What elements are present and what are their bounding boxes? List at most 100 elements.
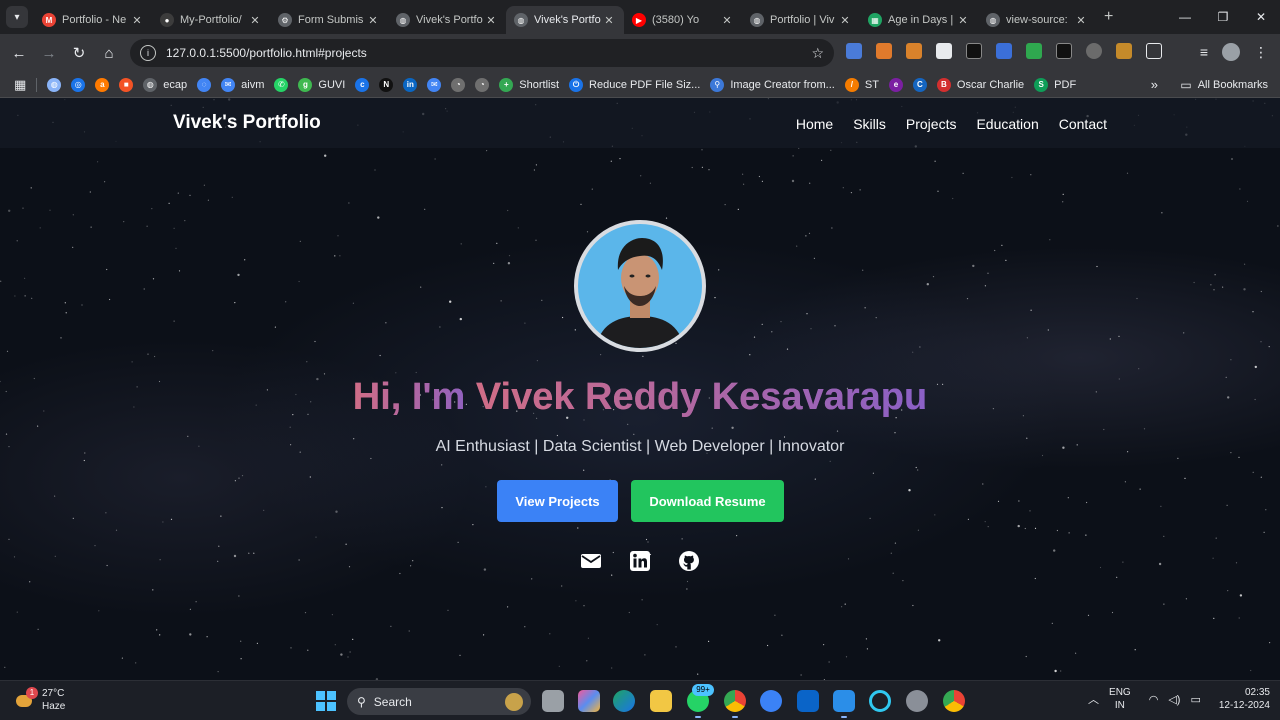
start-button[interactable] <box>316 691 336 711</box>
bookmark-item[interactable]: g GUVI <box>298 77 345 92</box>
extension-icon[interactable] <box>876 43 892 59</box>
bookmark-item[interactable]: c <box>355 77 370 92</box>
back-button[interactable]: ← <box>4 45 34 62</box>
copilot-icon[interactable] <box>578 690 600 712</box>
bookmark-item[interactable]: e <box>888 77 903 92</box>
extension-icon[interactable] <box>1026 43 1042 59</box>
bookmark-item[interactable]: + Shortlist <box>499 77 559 92</box>
address-bar[interactable]: i 127.0.0.1:5500/portfolio.html#projects… <box>130 39 834 67</box>
file-explorer-icon[interactable] <box>650 690 672 712</box>
bookmark-item[interactable]: ◌ <box>197 77 212 92</box>
volume-icon[interactable]: ◁) <box>1168 693 1180 706</box>
minimize-button[interactable]: — <box>1166 0 1204 34</box>
tray-overflow-icon[interactable]: ︿ <box>1088 691 1099 707</box>
all-bookmarks-button[interactable]: ▭ All Bookmarks <box>1180 78 1268 92</box>
url-text[interactable]: 127.0.0.1:5500/portfolio.html#projects <box>166 46 811 60</box>
browser-tab[interactable]: ◍ Portfolio | Viv ✕ <box>742 6 860 34</box>
bookmark-item[interactable]: ✉ aivm <box>221 77 264 92</box>
menu-kebab-icon[interactable]: ⋮ <box>1254 44 1268 61</box>
bookmark-item[interactable]: ◎ <box>71 77 86 92</box>
browser-tab[interactable]: ▦ Age in Days | ✕ <box>860 6 978 34</box>
wifi-icon[interactable]: ◠ <box>1149 693 1159 706</box>
bookmark-item[interactable]: C <box>912 77 927 92</box>
battery-icon[interactable]: ▭ <box>1190 693 1200 706</box>
download-resume-button[interactable]: Download Resume <box>631 480 784 522</box>
weather-widget[interactable]: 1 27°C Haze <box>14 687 65 713</box>
site-info-icon[interactable]: i <box>140 45 156 61</box>
mail-icon[interactable] <box>580 550 602 572</box>
chrome-profile-icon[interactable] <box>943 690 965 712</box>
maximize-button[interactable]: ❐ <box>1204 0 1242 34</box>
nav-link-contact[interactable]: Contact <box>1059 116 1107 132</box>
outlook-icon[interactable] <box>797 690 819 712</box>
browser-tab[interactable]: ◍ Vivek's Portfo ✕ <box>506 6 624 34</box>
translate-extension-icon[interactable] <box>846 43 862 59</box>
browser-tab[interactable]: ⚙ Form Submis ✕ <box>270 6 388 34</box>
extension-icon[interactable] <box>996 43 1012 59</box>
settings-icon[interactable] <box>906 690 928 712</box>
bookmarks-overflow-icon[interactable]: » <box>1151 77 1158 92</box>
bookmark-item[interactable]: in <box>403 77 418 92</box>
tab-search-button[interactable]: ▾ <box>6 6 28 28</box>
bookmark-item[interactable]: ◔ <box>475 77 490 92</box>
browser-tab[interactable]: ▶ (3580) Yo ✕ <box>624 6 742 34</box>
browser-tab[interactable]: M Portfolio - Ne ✕ <box>34 6 152 34</box>
bookmark-item[interactable]: S PDF <box>1034 77 1076 92</box>
browser-tab[interactable]: ◍ view-source: ✕ <box>978 6 1096 34</box>
nav-link-projects[interactable]: Projects <box>906 116 957 132</box>
bookmark-star-icon[interactable]: ☆ <box>811 45 824 62</box>
reload-button[interactable]: ↻ <box>64 44 94 62</box>
browser-tab[interactable]: ● My-Portfolio/ ✕ <box>152 6 270 34</box>
task-view-icon[interactable] <box>542 690 564 712</box>
close-tab-icon[interactable]: ✕ <box>956 14 970 27</box>
edge-browser-icon[interactable] <box>613 690 635 712</box>
close-tab-icon[interactable]: ✕ <box>130 14 144 27</box>
taskbar-search[interactable]: ⚲ Search <box>347 688 531 715</box>
apps-grid-icon[interactable]: ▦ <box>14 77 26 93</box>
alexa-icon[interactable] <box>869 690 891 712</box>
bookmark-item[interactable]: N <box>379 77 394 92</box>
extensions-puzzle-icon[interactable] <box>1146 43 1162 59</box>
close-tab-icon[interactable]: ✕ <box>1074 14 1088 27</box>
chrome-icon[interactable] <box>724 690 746 718</box>
forward-button[interactable]: → <box>34 45 64 62</box>
media-control-icon[interactable]: ≡ <box>1200 44 1208 60</box>
chatgpt-extension-icon[interactable] <box>966 43 982 59</box>
linkedin-icon[interactable] <box>629 550 651 572</box>
bookmark-item[interactable]: ◍ <box>47 77 62 92</box>
bookmark-item[interactable]: / ST <box>844 77 879 92</box>
nav-link-skills[interactable]: Skills <box>853 116 886 132</box>
close-window-button[interactable]: ✕ <box>1242 0 1280 34</box>
close-tab-icon[interactable]: ✕ <box>838 14 852 27</box>
close-tab-icon[interactable]: ✕ <box>602 14 616 27</box>
extension-icon[interactable] <box>1056 43 1072 59</box>
bookmark-item[interactable]: ⚲ Image Creator from... <box>710 77 835 92</box>
extension-icon[interactable] <box>906 43 922 59</box>
close-tab-icon[interactable]: ✕ <box>720 14 734 27</box>
bookmark-item[interactable]: ◍ ecap <box>143 77 187 92</box>
view-projects-button[interactable]: View Projects <box>497 480 618 522</box>
language-indicator[interactable]: ENG IN <box>1109 686 1131 712</box>
nav-link-home[interactable]: Home <box>796 116 833 132</box>
extension-icon[interactable] <box>1116 43 1132 59</box>
vscode-icon[interactable] <box>833 690 855 718</box>
new-tab-button[interactable]: + <box>1104 8 1113 26</box>
app-icon[interactable] <box>760 690 782 712</box>
close-tab-icon[interactable]: ✕ <box>366 14 380 27</box>
bookmark-item[interactable]: ✆ <box>274 77 289 92</box>
close-tab-icon[interactable]: ✕ <box>248 14 262 27</box>
bookmark-item[interactable]: ◔ <box>451 77 466 92</box>
clock[interactable]: 02:35 12-12-2024 <box>1219 686 1270 712</box>
profile-avatar-icon[interactable] <box>1222 43 1240 61</box>
bookmark-item[interactable]: a <box>95 77 110 92</box>
site-brand[interactable]: Vivek's Portfolio <box>173 112 321 134</box>
bookmark-item[interactable]: B Oscar Charlie <box>936 77 1024 92</box>
close-tab-icon[interactable]: ✕ <box>484 14 498 27</box>
github-icon[interactable] <box>678 550 700 572</box>
extension-icon[interactable] <box>1086 43 1102 59</box>
bookmark-item[interactable]: ✉ <box>427 77 442 92</box>
bookmark-item[interactable]: ■ <box>119 77 134 92</box>
home-button[interactable]: ⌂ <box>94 45 124 62</box>
bookmark-item[interactable]: ⏻ Reduce PDF File Siz... <box>569 77 700 92</box>
nav-link-education[interactable]: Education <box>976 116 1038 132</box>
